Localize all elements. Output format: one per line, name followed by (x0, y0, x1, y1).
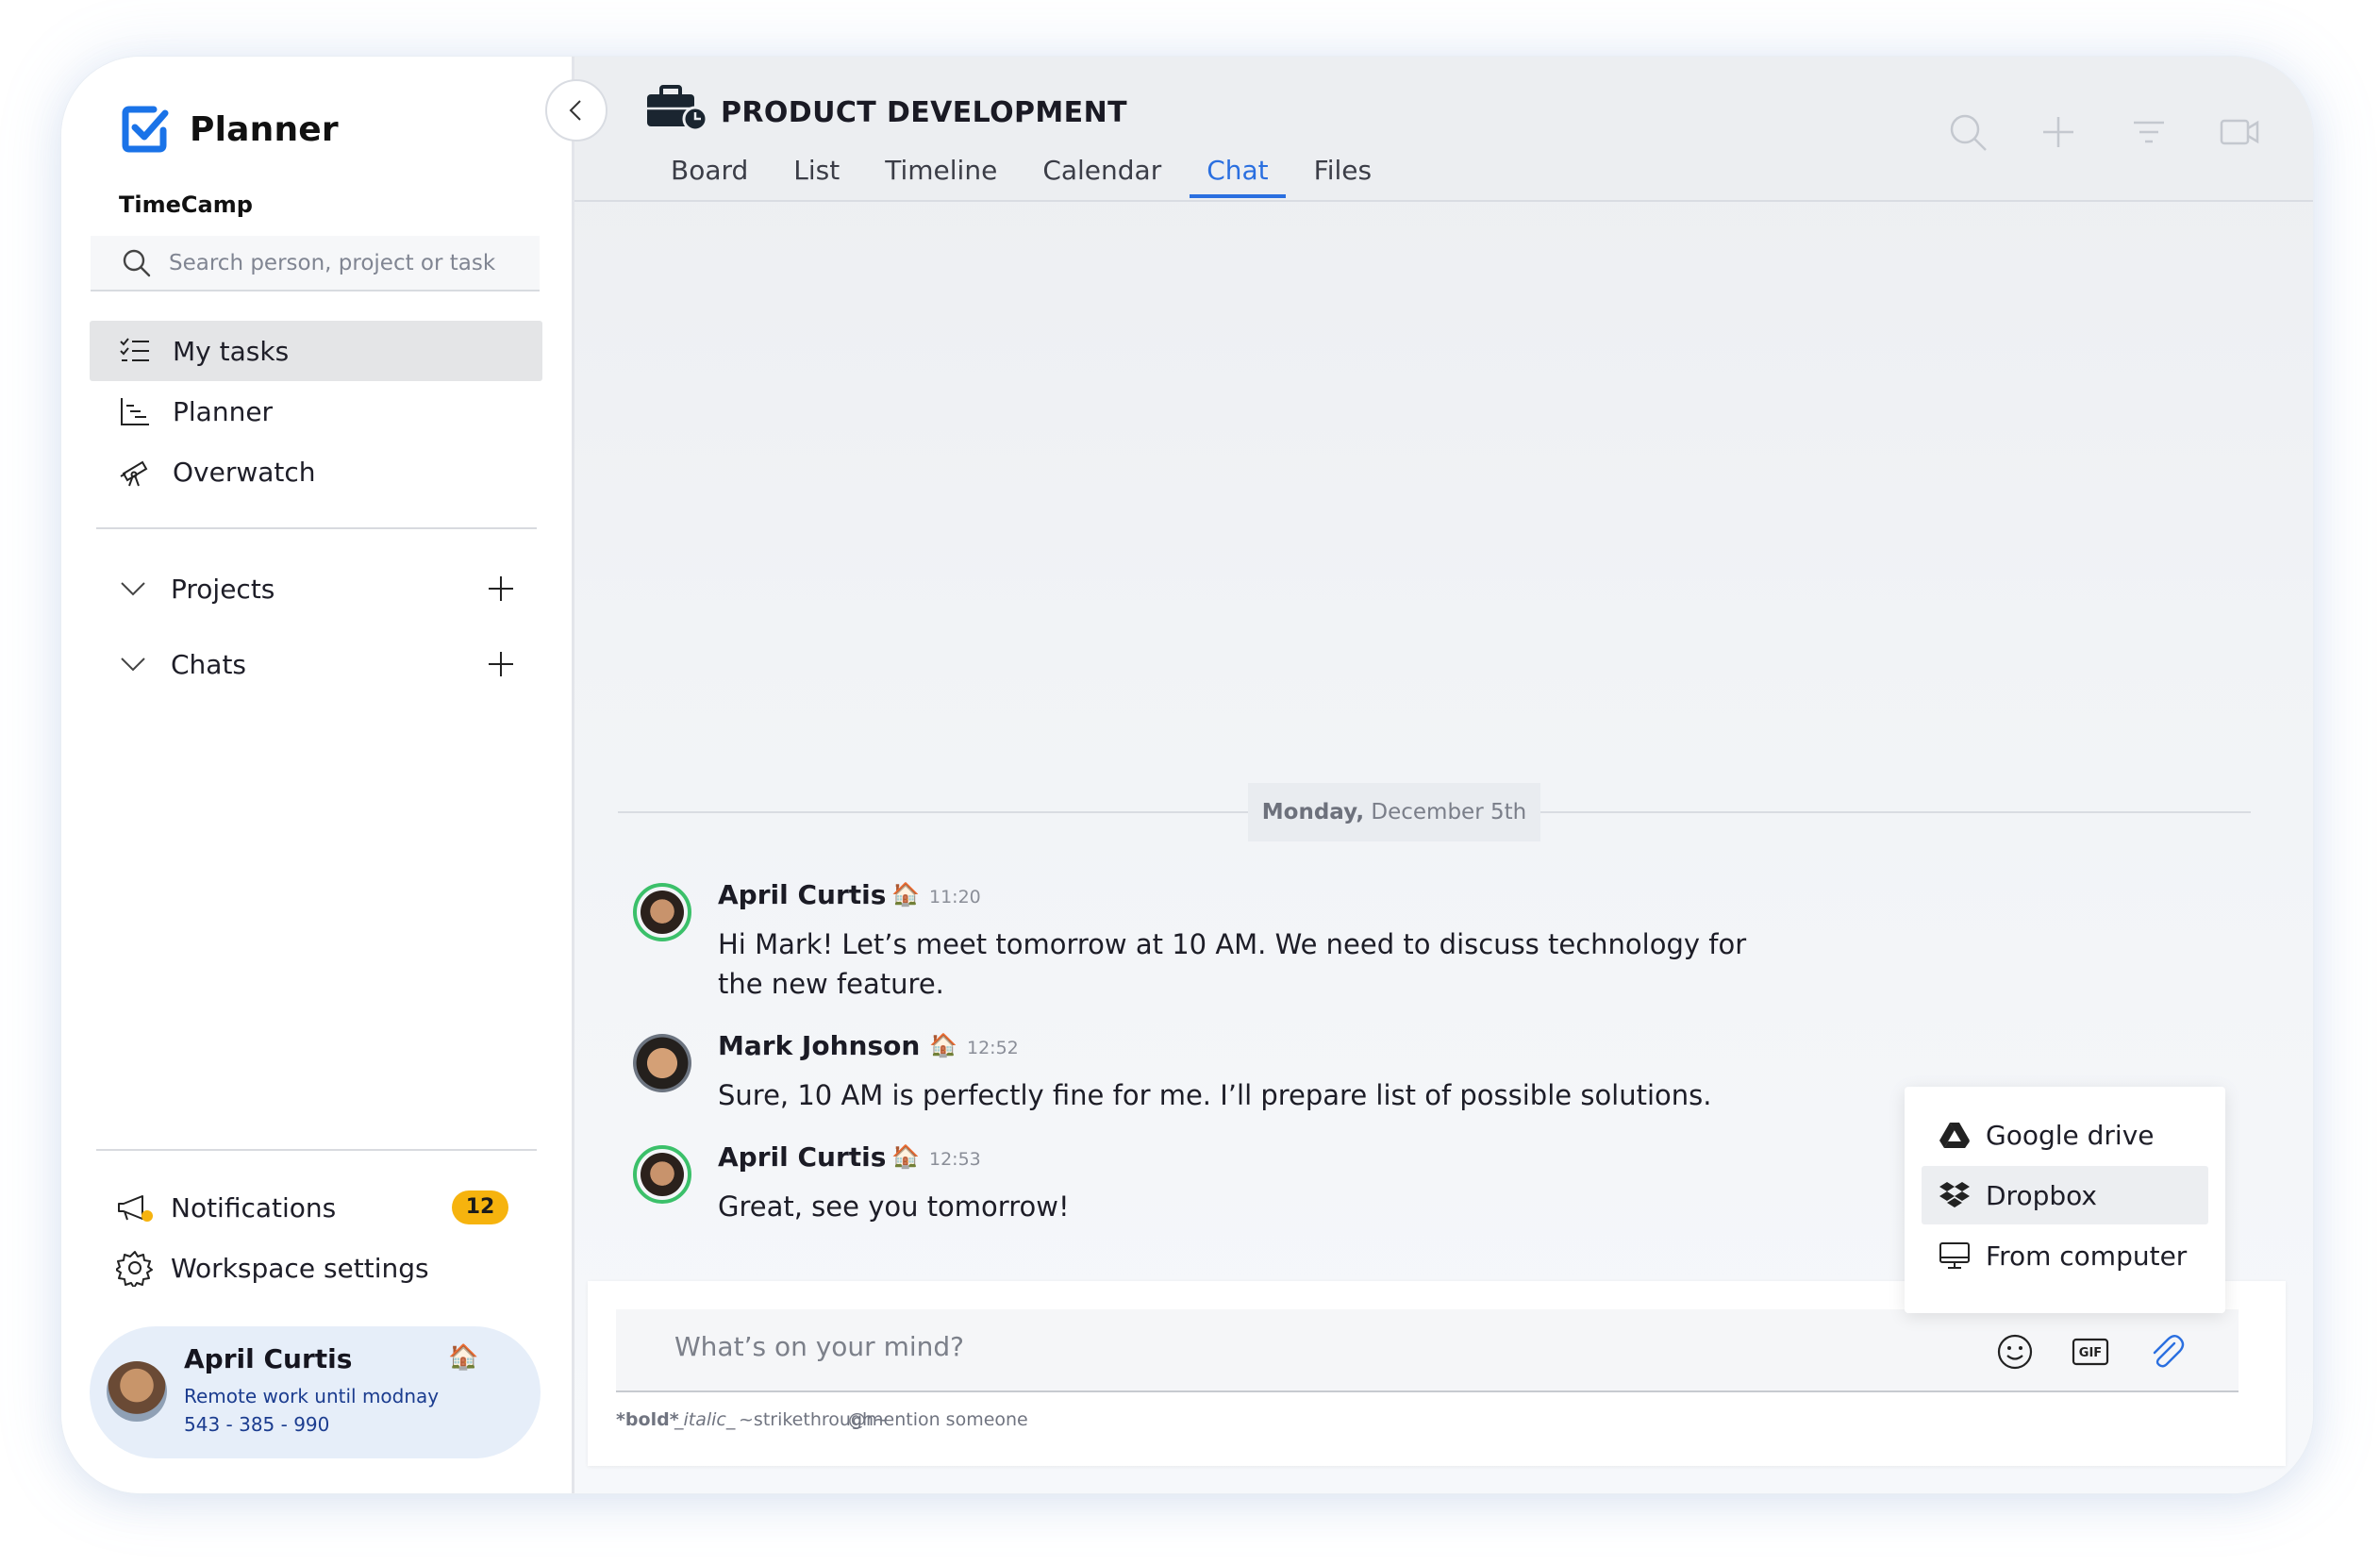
avatar[interactable] (633, 1034, 691, 1092)
message-text: Hi Mark! Let’s meet tomorrow at 10 AM. W… (718, 928, 1747, 1000)
message-field[interactable]: GIF (616, 1309, 2239, 1392)
date-label: Monday, December 5th (1248, 783, 1540, 841)
plus-icon[interactable] (2038, 111, 2079, 153)
user-phone: 543 - 385 - 990 (184, 1413, 330, 1436)
tab-list[interactable]: List (782, 153, 851, 198)
avatar[interactable] (633, 1145, 691, 1204)
tab-calendar[interactable]: Calendar (1031, 153, 1173, 198)
avatar (107, 1361, 167, 1422)
project-header: PRODUCT DEVELOPMENT Board List Timeline … (574, 57, 2313, 202)
status-emoji: 🏠 (929, 1032, 957, 1058)
sidebar-item-label: My tasks (173, 335, 290, 367)
chart-icon (121, 398, 149, 425)
current-user-card[interactable]: April Curtis 🏠 Remote work until modnay … (90, 1326, 541, 1458)
section-label: Chats (171, 648, 247, 680)
sidebar-section-chats[interactable]: Chats (90, 636, 542, 692)
collapse-sidebar-button[interactable] (545, 79, 607, 142)
message-time: 12:53 (929, 1149, 981, 1170)
sidebar-item-label: Overwatch (173, 456, 316, 488)
date-day: Monday, (1261, 800, 1365, 824)
project-tabs: Board List Timeline Calendar Chat Files (659, 153, 1406, 198)
search-input[interactable] (167, 249, 529, 276)
gif-icon[interactable]: GIF (2071, 1332, 2110, 1372)
attach-item-label: From computer (1986, 1240, 2188, 1272)
sidebar-item-my-tasks[interactable]: My tasks (90, 321, 542, 381)
attach-dropbox[interactable]: Dropbox (1922, 1166, 2208, 1224)
gear-icon (116, 1251, 153, 1287)
notifications-badge: 12 (452, 1190, 508, 1224)
status-emoji: 🏠 (891, 881, 920, 907)
message-author[interactable]: Mark Johnson (718, 1030, 920, 1061)
status-emoji: 🏠 (891, 1143, 920, 1170)
tab-board[interactable]: Board (659, 153, 759, 198)
message-author[interactable]: April Curtis (718, 879, 886, 910)
search-box[interactable] (91, 236, 540, 291)
page-title: PRODUCT DEVELOPMENT (721, 96, 1127, 129)
message-time: 11:20 (929, 887, 981, 907)
filter-icon[interactable] (2128, 111, 2170, 153)
section-label: Projects (171, 573, 275, 605)
chevron-down-icon[interactable] (118, 649, 148, 679)
status-emoji: 🏠 (448, 1343, 479, 1372)
user-name: April Curtis (184, 1343, 353, 1374)
svg-text:GIF: GIF (2079, 1346, 2102, 1360)
planner-logo-icon (122, 106, 169, 153)
sidebar: Planner TimeCamp My tasks (61, 57, 574, 1493)
task-list-icon (120, 338, 149, 361)
message-time: 12:52 (967, 1038, 1019, 1058)
workspace-name: TimeCamp (119, 191, 253, 218)
computer-icon (1939, 1242, 1970, 1269)
telescope-icon (120, 460, 148, 487)
app-name: Planner (190, 109, 339, 149)
avatar[interactable] (633, 883, 691, 941)
dropbox-icon (1939, 1182, 1970, 1207)
notifications-label: Notifications (171, 1191, 337, 1224)
sidebar-divider (96, 1149, 537, 1151)
video-call-icon[interactable] (2219, 111, 2260, 153)
message-author[interactable]: April Curtis (718, 1141, 886, 1173)
message-text: Sure, 10 AM is perfectly fine for me. I’… (718, 1079, 1712, 1111)
sidebar-item-overwatch[interactable]: Overwatch (90, 441, 542, 502)
attach-from-computer[interactable]: From computer (1922, 1226, 2208, 1285)
format-hint-bold: *bold* (616, 1409, 679, 1430)
search-icon (123, 249, 151, 276)
emoji-icon[interactable] (1995, 1332, 2035, 1372)
megaphone-icon (118, 1195, 153, 1222)
attachment-menu: Google drive Dropbox From computer (1905, 1087, 2225, 1313)
main-panel: PRODUCT DEVELOPMENT Board List Timeline … (574, 57, 2313, 1493)
composer-actions: GIF (1959, 1332, 2186, 1372)
header-actions (1898, 111, 2260, 153)
attach-item-label: Dropbox (1986, 1179, 2097, 1211)
chevron-down-icon[interactable] (118, 574, 148, 604)
tab-files[interactable]: Files (1303, 153, 1383, 198)
sidebar-item-planner[interactable]: Planner (90, 381, 542, 441)
message-text: Great, see you tomorrow! (718, 1190, 1070, 1223)
paperclip-icon[interactable] (2146, 1332, 2186, 1372)
app-window: Planner TimeCamp My tasks (61, 57, 2313, 1493)
tab-chat[interactable]: Chat (1190, 153, 1287, 198)
attach-google-drive[interactable]: Google drive (1922, 1106, 2208, 1164)
briefcase-clock-icon (647, 85, 708, 132)
sidebar-item-label: Planner (173, 395, 274, 427)
add-project-icon[interactable] (486, 574, 516, 604)
tab-timeline[interactable]: Timeline (874, 153, 1008, 198)
search-icon[interactable] (1947, 111, 1989, 153)
sidebar-divider (96, 527, 537, 529)
sidebar-section-projects[interactable]: Projects (90, 560, 542, 617)
format-hint-italic: _italic_ (674, 1409, 736, 1430)
app-logo[interactable]: Planner (118, 102, 339, 157)
workspace-settings-button[interactable]: Workspace settings (116, 1241, 429, 1294)
format-hint-mention: @mention someone (848, 1409, 1028, 1430)
chevron-left-icon (569, 100, 581, 121)
user-status: Remote work until modnay (184, 1385, 440, 1407)
attach-item-label: Google drive (1986, 1119, 2155, 1151)
settings-label: Workspace settings (171, 1252, 429, 1284)
message-input[interactable] (673, 1330, 1903, 1363)
google-drive-icon (1939, 1123, 1970, 1148)
date-rest: December 5th (1364, 800, 1527, 824)
add-chat-icon[interactable] (486, 649, 516, 679)
notifications-button[interactable]: Notifications (116, 1181, 336, 1234)
